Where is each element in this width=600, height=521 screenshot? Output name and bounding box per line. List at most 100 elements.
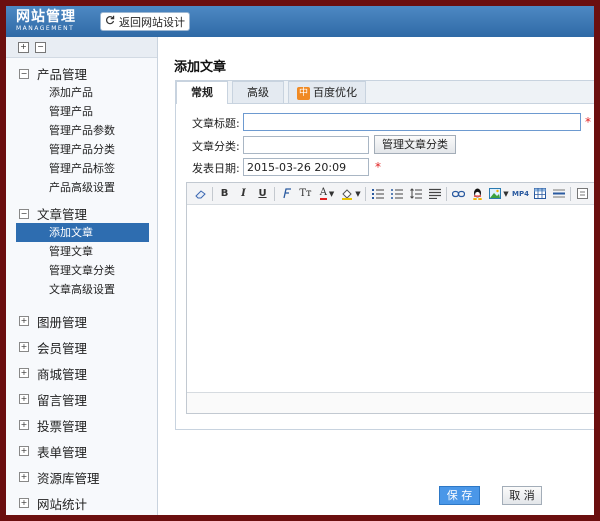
bold-icon[interactable]: B — [215, 185, 234, 203]
collapse-icon[interactable]: − — [19, 68, 29, 79]
required-mark: * — [585, 115, 591, 129]
sidebar-item-product-advanced[interactable]: 产品高级设置 — [6, 178, 157, 197]
group-label: 留言管理 — [37, 392, 88, 408]
paragraph-align-icon[interactable] — [425, 185, 444, 203]
back-button-label: 返回网站设计 — [119, 15, 185, 29]
group-label: 产品管理 — [37, 67, 88, 82]
expand-icon[interactable]: + — [19, 472, 29, 482]
sidebar-tree: − 产品管理 添加产品 管理产品 管理产品参数 管理产品分类 管理产品标签 产品… — [6, 58, 157, 515]
required-mark: * — [375, 160, 381, 174]
expand-all-icon[interactable]: + — [18, 41, 29, 53]
logo-title: 网站管理 — [16, 9, 76, 25]
sidebar-item-product-categories[interactable]: 管理产品分类 — [6, 140, 157, 159]
sidebar-item-product-params[interactable]: 管理产品参数 — [6, 121, 157, 140]
cancel-button[interactable]: 取 消 — [502, 486, 542, 505]
sidebar-item-manage-products[interactable]: 管理产品 — [6, 102, 157, 121]
video-icon[interactable]: MP4 — [511, 185, 530, 203]
group-product[interactable]: − 产品管理 — [6, 64, 157, 83]
publish-date-input[interactable] — [243, 158, 369, 176]
site-logo: 网站管理 MANAGEMENT — [16, 9, 76, 33]
title-label: 文章标题: — [192, 117, 240, 130]
group-resource[interactable]: + 资源库管理 — [6, 464, 157, 490]
group-vote[interactable]: + 投票管理 — [6, 412, 157, 438]
group-label: 投票管理 — [37, 418, 88, 434]
eraser-icon[interactable] — [191, 185, 210, 203]
collapse-icon[interactable]: − — [19, 208, 29, 219]
save-button[interactable]: 保 存 — [439, 486, 480, 505]
sidebar: + − − 产品管理 添加产品 管理产品 管理产品参数 管理产品分类 管理产品标… — [6, 37, 158, 515]
group-album[interactable]: + 图册管理 — [6, 308, 157, 334]
sidebar-toolbar: + − — [6, 37, 157, 58]
sidebar-item-article-categories[interactable]: 管理文章分类 — [6, 261, 157, 280]
group-label: 会员管理 — [37, 340, 88, 356]
article-category-input[interactable] — [243, 136, 369, 154]
back-to-site-design-button[interactable]: 返回网站设计 — [100, 12, 190, 31]
sidebar-item-add-product[interactable]: 添加产品 — [6, 83, 157, 102]
expand-icon[interactable]: + — [19, 446, 29, 456]
unordered-list-icon[interactable] — [387, 185, 406, 203]
source-code-icon[interactable] — [573, 185, 592, 203]
underline-icon[interactable]: U — [253, 185, 272, 203]
collapse-all-icon[interactable]: − — [35, 41, 46, 53]
tab-label: 百度优化 — [313, 86, 357, 99]
group-label: 商城管理 — [37, 366, 88, 382]
toolbar-separator — [274, 186, 275, 201]
group-label: 文章管理 — [37, 207, 88, 222]
italic-icon[interactable]: I — [234, 185, 253, 203]
group-label: 图册管理 — [37, 314, 88, 330]
sidebar-item-product-tags[interactable]: 管理产品标签 — [6, 159, 157, 178]
highlight-color-icon[interactable]: ▼ — [339, 185, 363, 203]
app-window: 网站管理 MANAGEMENT 返回网站设计 + − − 产品管理 添加产品 管… — [6, 6, 594, 515]
editor-status-bar — [187, 392, 594, 413]
logo-subtitle: MANAGEMENT — [16, 25, 75, 32]
group-message[interactable]: + 留言管理 — [6, 386, 157, 412]
table-icon[interactable] — [530, 185, 549, 203]
toolbar-separator — [212, 186, 213, 201]
qq-icon[interactable] — [468, 185, 487, 203]
top-header-bar: 网站管理 MANAGEMENT 返回网站设计 — [6, 6, 594, 37]
group-shop[interactable]: + 商城管理 — [6, 360, 157, 386]
group-label: 网站统计 — [37, 496, 88, 512]
category-label: 文章分类: — [192, 140, 240, 153]
article-form-panel: 常规 高级 中百度优化 文章标题: * 文章分类: 管理文章分类 发表日期: *… — [175, 80, 594, 430]
refresh-icon — [105, 15, 115, 28]
toolbar-separator — [365, 186, 366, 201]
page-title: 添加文章 — [174, 60, 227, 75]
expand-icon[interactable]: + — [19, 420, 29, 430]
font-family-icon[interactable] — [277, 185, 296, 203]
editor-content-area[interactable] — [187, 204, 594, 393]
date-label: 发表日期: — [192, 162, 240, 175]
line-height-icon[interactable] — [406, 185, 425, 203]
horizontal-rule-icon[interactable] — [549, 185, 568, 203]
article-title-input[interactable] — [243, 113, 581, 131]
ordered-list-icon[interactable] — [368, 185, 387, 203]
group-label: 表单管理 — [37, 444, 88, 460]
group-stats[interactable]: + 网站统计 — [6, 490, 157, 515]
rich-text-editor: B I U Tт A ▼ ▼ ▼ MP4 — [186, 182, 594, 414]
sidebar-item-article-advanced[interactable]: 文章高级设置 — [6, 280, 157, 299]
expand-icon[interactable]: + — [19, 368, 29, 378]
main-content: 添加文章 常规 高级 中百度优化 文章标题: * 文章分类: 管理文章分类 发表… — [158, 37, 594, 515]
font-color-icon[interactable]: A ▼ — [315, 185, 339, 203]
sidebar-item-add-article[interactable]: 添加文章 — [16, 223, 149, 242]
baidu-badge-icon: 中 — [297, 86, 310, 100]
expand-icon[interactable]: + — [19, 316, 29, 326]
toolbar-separator — [446, 186, 447, 201]
group-article[interactable]: − 文章管理 — [6, 204, 157, 223]
editor-toolbar: B I U Tт A ▼ ▼ ▼ MP4 — [187, 183, 594, 205]
link-icon[interactable] — [449, 185, 468, 203]
group-member[interactable]: + 会员管理 — [6, 334, 157, 360]
manage-category-button[interactable]: 管理文章分类 — [374, 135, 456, 154]
group-form[interactable]: + 表单管理 — [6, 438, 157, 464]
font-size-icon[interactable]: Tт — [296, 185, 315, 203]
group-label: 资源库管理 — [37, 470, 100, 486]
expand-icon[interactable]: + — [19, 394, 29, 404]
expand-icon[interactable]: + — [19, 498, 29, 508]
tab-general[interactable]: 常规 — [176, 81, 228, 104]
toolbar-separator — [570, 186, 571, 201]
tab-advanced[interactable]: 高级 — [232, 81, 284, 103]
expand-icon[interactable]: + — [19, 342, 29, 352]
image-icon[interactable]: ▼ — [487, 185, 511, 203]
tab-baidu-seo[interactable]: 中百度优化 — [288, 81, 366, 103]
sidebar-item-manage-articles[interactable]: 管理文章 — [6, 242, 157, 261]
